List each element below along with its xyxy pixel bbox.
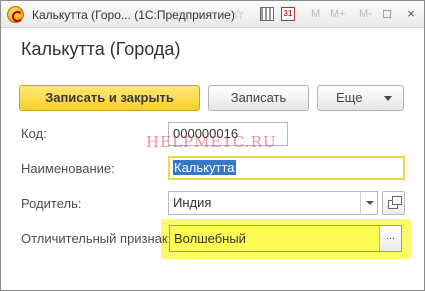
memory-m-plus-button[interactable]: M+ [330,8,346,20]
name-label: Наименование: [21,161,115,176]
code-label: Код: [21,126,47,141]
attribute-select-button[interactable]: ... [379,226,401,251]
save-and-close-button[interactable]: Записать и закрыть [19,85,200,111]
form-window: Калькутта (Горо... (1С:Предприятие) ☆ 31… [0,0,425,291]
form-title: Калькутта (Города) [21,39,181,59]
attribute-field[interactable]: Волшебный [169,225,402,252]
name-field-value: Калькутта [173,160,236,175]
save-button[interactable]: Записать [208,85,309,111]
window-title: Калькутта (Горо... (1С:Предприятие) [32,8,235,22]
close-icon[interactable]: × [403,6,419,22]
parent-label: Родитель: [21,196,82,211]
watermark: HELPME1C.RU [146,133,277,151]
title-bar: Калькутта (Горо... (1С:Предприятие) ☆ 31… [1,1,424,28]
parent-dropdown-button[interactable] [360,192,378,214]
restore-window-icon[interactable]: □ [379,6,395,22]
parent-field[interactable]: Индия [168,191,378,215]
open-parent-icon[interactable] [382,191,405,215]
chevron-down-icon [384,96,392,101]
1c-logo-icon [7,6,24,23]
more-button-label: Еще [336,90,363,105]
calculator-icon[interactable] [260,7,274,21]
calendar-icon[interactable]: 31 [281,7,295,21]
attribute-label: Отличительный признак: [21,231,172,246]
memory-m-minus-button[interactable]: M- [359,8,372,20]
name-field[interactable]: Калькутта [168,156,405,180]
star-icon[interactable]: ☆ [232,7,246,21]
more-button[interactable]: Еще [317,85,404,111]
memory-m-button[interactable]: M [311,8,320,20]
